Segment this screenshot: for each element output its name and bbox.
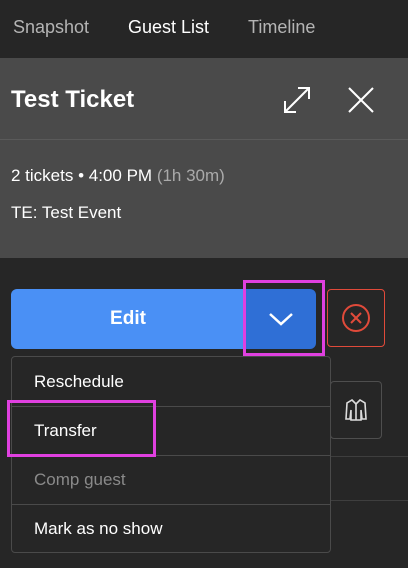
edit-options-menu: Reschedule Transfer Comp guest Mark as n… bbox=[11, 356, 331, 553]
expand-icon bbox=[284, 87, 310, 113]
edit-menu-toggle-button[interactable] bbox=[245, 289, 316, 349]
ticket-title: Test Ticket bbox=[11, 86, 135, 113]
expand-button[interactable] bbox=[281, 84, 313, 116]
ticket-duration: (1h 30m) bbox=[156, 166, 225, 185]
cancel-ticket-button[interactable] bbox=[327, 289, 385, 347]
ticket-count-time: 2 tickets • 4:00 PM bbox=[11, 166, 153, 185]
divider bbox=[330, 500, 408, 501]
cancel-circle-icon bbox=[342, 304, 370, 332]
close-button[interactable] bbox=[345, 84, 377, 116]
tab-snapshot[interactable]: Snapshot bbox=[13, 17, 89, 38]
tab-guest-list[interactable]: Guest List bbox=[128, 17, 209, 38]
jacket-icon bbox=[345, 398, 367, 421]
menu-item-comp-guest: Comp guest bbox=[12, 455, 330, 504]
ticket-info: 2 tickets • 4:00 PM (1h 30m) TE: Test Ev… bbox=[0, 140, 408, 258]
tab-bar: Snapshot Guest List Timeline bbox=[0, 0, 408, 58]
ticket-summary: 2 tickets • 4:00 PM (1h 30m) bbox=[11, 166, 225, 186]
coat-check-button[interactable] bbox=[330, 381, 382, 439]
chevron-down-icon bbox=[268, 313, 293, 326]
menu-item-mark-no-show[interactable]: Mark as no show bbox=[12, 504, 330, 553]
event-name: TE: Test Event bbox=[11, 203, 122, 222]
edit-button[interactable]: Edit bbox=[11, 289, 245, 349]
menu-item-reschedule[interactable]: Reschedule bbox=[12, 357, 330, 406]
close-icon bbox=[348, 87, 374, 113]
divider bbox=[330, 456, 408, 457]
menu-item-transfer[interactable]: Transfer bbox=[12, 406, 330, 455]
tab-timeline[interactable]: Timeline bbox=[248, 17, 315, 38]
